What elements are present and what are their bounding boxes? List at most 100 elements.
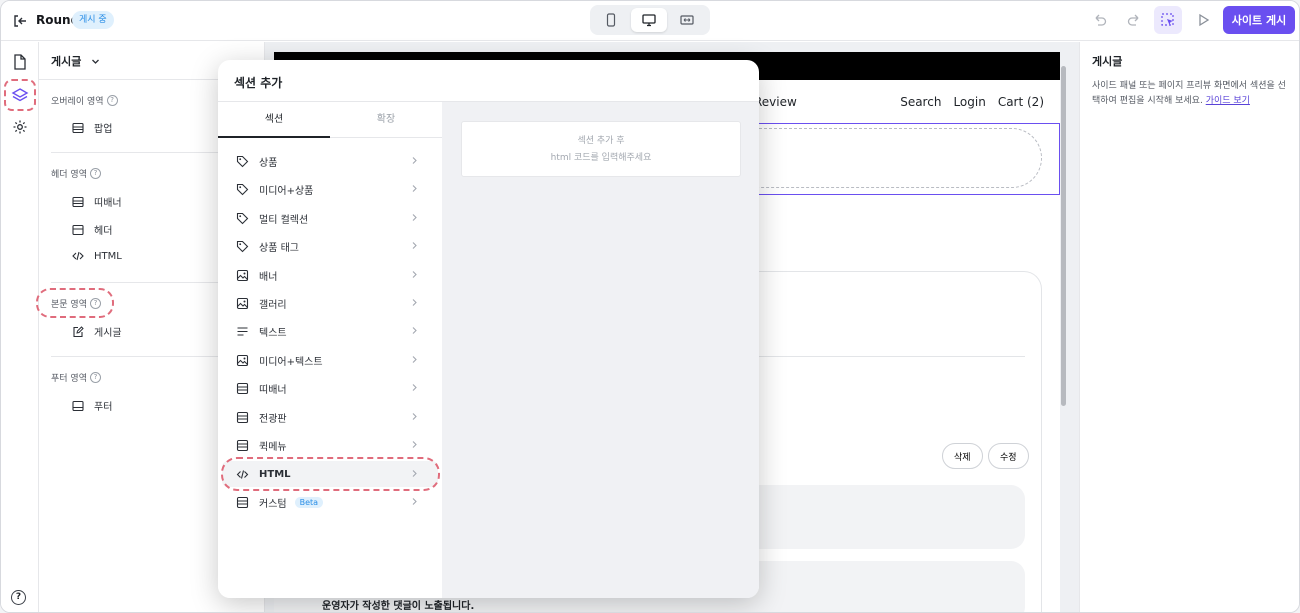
section-item-label: 멀티 컬렉션 — [259, 214, 309, 226]
layer-item-footer[interactable]: 푸터 — [72, 398, 112, 413]
desktop-view-button[interactable] — [631, 8, 667, 32]
section-item-product[interactable]: 상품 — [222, 148, 438, 174]
section-item-label: 미디어+텍스트 — [259, 356, 323, 368]
section-item-strip-banner[interactable]: 띠배너 — [222, 375, 438, 401]
modal-tabs: 섹션 확장 — [218, 102, 442, 138]
section-item-label: 퀵메뉴 — [259, 441, 287, 453]
tag-icon — [235, 154, 249, 168]
layout-icon — [72, 122, 84, 133]
section-item-quick-menu[interactable]: 퀵메뉴 — [222, 432, 438, 458]
description-text: 사이드 패널 또는 페이지 프리뷰 화면에서 섹션을 선택하여 편집을 시작해 … — [1092, 81, 1286, 106]
text-align-icon — [235, 324, 249, 338]
chevron-right-icon — [412, 185, 417, 192]
layer-item-label: 팝업 — [94, 124, 113, 135]
properties-title: 게시글 — [1092, 55, 1123, 68]
section-item-custom[interactable]: 커스텀 Beta — [222, 489, 438, 515]
layers-tab[interactable] — [4, 79, 36, 111]
nav-login-link[interactable]: Login — [953, 95, 985, 109]
layout-icon — [235, 495, 249, 509]
section-item-label: 전광판 — [259, 413, 287, 425]
chevron-right-icon — [412, 299, 417, 306]
desktop-icon — [642, 14, 656, 27]
edit-document-icon — [73, 325, 84, 337]
layer-item-label: 헤더 — [94, 226, 113, 237]
page-icon[interactable] — [11, 53, 29, 71]
group-label-text: 본문 영역 — [51, 300, 87, 310]
undo-icon[interactable] — [1092, 12, 1108, 28]
guide-link[interactable]: 가이드 보기 — [1206, 96, 1250, 106]
layers-panel-title[interactable]: 게시글 — [51, 53, 81, 69]
tag-icon — [235, 182, 249, 196]
status-badge: 게시 중 — [72, 11, 114, 29]
settings-gear-icon[interactable] — [11, 118, 29, 136]
mobile-view-button[interactable] — [593, 8, 629, 32]
left-rail — [1, 42, 39, 612]
layer-item-popup[interactable]: 팝업 — [72, 120, 112, 135]
tab-sections[interactable]: 섹션 — [218, 102, 330, 138]
section-item-label: 상품 태그 — [259, 242, 299, 254]
chevron-right-icon — [412, 271, 417, 278]
mobile-icon — [606, 13, 616, 27]
help-icon[interactable]: ? — [89, 168, 101, 179]
layer-item-html[interactable]: HTML — [72, 250, 122, 262]
group-label-overlay: 오버레이 영역? — [51, 94, 118, 107]
device-switcher — [590, 5, 710, 35]
section-item-label: 커스텀 — [259, 498, 287, 510]
layer-item-label: HTML — [94, 250, 122, 262]
layer-item-strip-banner[interactable]: 띠배너 — [72, 194, 122, 209]
top-bar: Round 게시 중 사이트 게시 — [1, 1, 1299, 41]
highlight-annotation — [221, 457, 440, 491]
group-label-footer: 푸터 영역? — [51, 371, 101, 384]
nav-search-link[interactable]: Search — [900, 95, 941, 109]
group-label-text: 푸터 영역 — [51, 374, 87, 384]
add-section-modal: 섹션 추가 섹션 확장 상품 미디어+상품 멀티 컬렉션 상품 태그 배너 갤러… — [218, 60, 759, 598]
exit-icon[interactable] — [12, 13, 28, 29]
edit-button[interactable]: 수정 — [988, 443, 1029, 469]
expand-width-icon — [680, 15, 694, 25]
section-item-label: 미디어+상품 — [259, 185, 314, 197]
section-item-label: 상품 — [259, 157, 278, 169]
section-list-panel: 섹션 확장 상품 미디어+상품 멀티 컬렉션 상품 태그 배너 갤러리 텍스트 … — [218, 102, 442, 598]
section-item-product-tag[interactable]: 상품 태그 — [222, 233, 438, 259]
image-icon — [235, 296, 249, 310]
chevron-right-icon — [412, 214, 417, 221]
section-item-multi-collection[interactable]: 멀티 컬렉션 — [222, 205, 438, 231]
section-preview-card[interactable]: 섹션 추가 후 html 코드를 입력해주세요 — [461, 121, 741, 177]
preview-play-icon[interactable] — [1195, 12, 1211, 28]
chevron-right-icon — [412, 498, 417, 505]
section-item-banner[interactable]: 배너 — [222, 262, 438, 288]
properties-description: 사이드 패널 또는 페이지 프리뷰 화면에서 섹션을 선택하여 편집을 시작해 … — [1092, 79, 1292, 109]
section-item-label: 텍스트 — [259, 327, 287, 339]
chevron-down-icon[interactable] — [91, 57, 100, 66]
layer-item-label: 푸터 — [94, 402, 113, 413]
nav-cart-link[interactable]: Cart (2) — [998, 95, 1044, 109]
nav-review-link[interactable]: Review — [754, 95, 797, 109]
footer-layout-icon — [72, 400, 84, 411]
section-item-text[interactable]: 텍스트 — [222, 318, 438, 344]
section-item-media-product[interactable]: 미디어+상품 — [222, 176, 438, 202]
publish-site-button[interactable]: 사이트 게시 — [1223, 6, 1295, 34]
layer-item-label: 띠배너 — [94, 198, 122, 209]
layer-item-label: 게시글 — [94, 328, 122, 339]
section-item-marquee[interactable]: 전광판 — [222, 404, 438, 430]
delete-button[interactable]: 삭제 — [942, 443, 983, 469]
help-icon[interactable]: ? — [106, 95, 118, 106]
layer-item-header[interactable]: 헤더 — [72, 222, 112, 237]
help-icon[interactable]: ? — [89, 298, 101, 309]
fullwidth-view-button[interactable] — [669, 8, 705, 32]
group-label-text: 오버레이 영역 — [51, 97, 104, 107]
group-label-body: 본문 영역? — [51, 297, 101, 310]
redo-icon[interactable] — [1126, 12, 1142, 28]
layer-item-post[interactable]: 게시글 — [72, 324, 122, 339]
canvas-scrollbar[interactable] — [1061, 66, 1066, 406]
section-item-label: 띠배너 — [259, 384, 287, 396]
chevron-right-icon — [412, 242, 417, 249]
section-item-gallery[interactable]: 갤러리 — [222, 290, 438, 316]
select-tool-button[interactable] — [1154, 6, 1182, 34]
tab-extensions[interactable]: 확장 — [330, 102, 442, 138]
section-item-media-text[interactable]: 미디어+텍스트 — [222, 347, 438, 373]
modal-title: 섹션 추가 — [234, 76, 283, 90]
help-circle-icon[interactable]: ? — [11, 590, 26, 605]
chevron-right-icon — [412, 327, 417, 334]
help-icon[interactable]: ? — [89, 372, 101, 383]
